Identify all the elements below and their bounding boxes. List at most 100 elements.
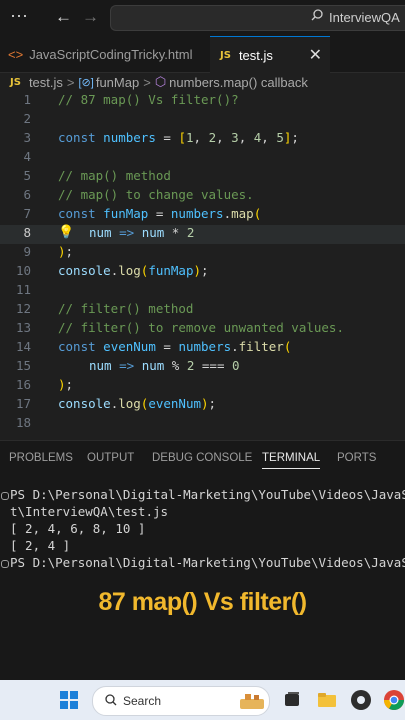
- code-text: num => num % 2 === 0: [89, 358, 240, 373]
- code-line: 6 // map() to change values.: [0, 187, 405, 206]
- code-line: 5 // map() method: [0, 168, 405, 187]
- menu-dots-icon[interactable]: ⋯: [10, 6, 28, 27]
- lightbulb-icon[interactable]: 💡: [58, 225, 74, 240]
- terminal-line: PS D:\Personal\Digital-Marketing\YouTube…: [10, 555, 405, 570]
- breadcrumb: JS test.js > [⊘] funMap > ⬡ numbers.map(…: [0, 72, 405, 92]
- tab-debug-console[interactable]: DEBUG CONSOLE: [152, 452, 252, 464]
- command-decoration-icon: [1, 560, 9, 568]
- code-comment: // filter() method: [58, 301, 194, 316]
- code-text: const numbers = [1, 2, 3, 4, 5];: [58, 130, 299, 145]
- editor-tabs: <> JavaScriptCodingTricky.html JS test.j…: [0, 36, 405, 73]
- code-line: 10 console.log(funMap);: [0, 263, 405, 282]
- code-line: 4: [0, 149, 405, 168]
- terminal-line: [ 2, 4, 6, 8, 10 ]: [10, 521, 146, 536]
- tab-label: test.js: [238, 47, 273, 63]
- code-line: 18: [0, 415, 405, 434]
- title-bar: ⋯ ← → InterviewQA: [0, 0, 405, 36]
- search-highlight-icon: [240, 694, 264, 709]
- line-number: 4: [23, 149, 31, 164]
- bottom-panel: PROBLEMS OUTPUT DEBUG CONSOLE TERMINAL P…: [0, 440, 405, 681]
- search-icon: [105, 694, 117, 706]
- line-number: 17: [15, 396, 31, 411]
- breadcrumb-symbol[interactable]: funMap: [96, 75, 139, 90]
- terminal-line: [ 2, 4 ]: [10, 538, 71, 553]
- code-line: 17 console.log(evenNum);: [0, 396, 405, 415]
- line-number: 6: [23, 187, 31, 202]
- code-line: 11: [0, 282, 405, 301]
- search-icon: [311, 9, 323, 21]
- code-text: );: [58, 244, 74, 259]
- taskbar-search[interactable]: Search: [92, 686, 270, 716]
- close-icon[interactable]: ✕: [309, 45, 322, 65]
- tab-javascriptcodingtricky-html[interactable]: <> JavaScriptCodingTricky.html: [0, 36, 208, 72]
- code-text: const evenNum = numbers.filter(: [58, 339, 292, 354]
- variable-symbol-icon: [⊘]: [78, 76, 94, 89]
- code-comment: // map() to change values.: [58, 187, 254, 202]
- code-text: );: [58, 377, 74, 392]
- code-line: 3 const numbers = [1, 2, 3, 4, 5];: [0, 130, 405, 149]
- line-number: 7: [23, 206, 31, 221]
- line-number: 16: [15, 377, 31, 392]
- line-number: 3: [23, 130, 31, 145]
- line-number: 8: [23, 225, 31, 240]
- line-number: 2: [23, 111, 31, 126]
- code-line: 12 // filter() method: [0, 301, 405, 320]
- code-comment: // filter() to remove unwanted values.: [58, 320, 344, 335]
- tab-problems[interactable]: PROBLEMS: [9, 452, 73, 464]
- breadcrumb-separator: >: [143, 74, 151, 90]
- terminal-line: t\InterviewQA\test.js: [10, 504, 169, 519]
- tab-terminal[interactable]: TERMINAL: [262, 452, 321, 469]
- taskbar: Search: [0, 680, 405, 720]
- line-number: 1: [23, 92, 31, 107]
- line-number: 5: [23, 168, 31, 183]
- line-number: 13: [15, 320, 31, 335]
- line-number: 12: [15, 301, 31, 316]
- tab-ports[interactable]: PORTS: [337, 452, 376, 464]
- code-line: 13 // filter() to remove unwanted values.: [0, 320, 405, 339]
- code-comment: // map() method: [58, 168, 171, 183]
- file-explorer-icon[interactable]: [316, 689, 338, 711]
- obs-icon[interactable]: [350, 689, 372, 711]
- command-decoration-icon: [1, 492, 9, 500]
- task-view-icon[interactable]: [281, 689, 303, 711]
- terminal-line: PS D:\Personal\Digital-Marketing\YouTube…: [10, 487, 405, 502]
- code-text: num => num * 2: [89, 225, 195, 240]
- tab-label: JavaScriptCodingTricky.html: [29, 46, 193, 62]
- line-number: 11: [15, 282, 31, 297]
- line-number: 14: [15, 339, 31, 354]
- code-editor[interactable]: 1 // 87 map() Vs filter()? 2 3 const numbe…: [0, 92, 405, 437]
- code-line: 14 const evenNum = numbers.filter(: [0, 339, 405, 358]
- js-file-icon: JS: [220, 49, 231, 61]
- line-number: 10: [15, 263, 31, 278]
- code-line: 2: [0, 111, 405, 130]
- tab-output[interactable]: OUTPUT: [87, 452, 134, 464]
- html-code-icon: <>: [8, 46, 24, 62]
- search-placeholder: Search: [123, 694, 162, 708]
- code-line: 16);: [0, 377, 405, 396]
- code-text: console.log(funMap);: [58, 263, 209, 278]
- video-caption: 87 map() Vs filter(): [98, 588, 307, 616]
- code-line: 15 num => num % 2 === 0: [0, 358, 405, 377]
- back-arrow-icon[interactable]: ←: [55, 7, 72, 27]
- code-text: const funMap = numbers.map(: [58, 206, 262, 221]
- chrome-icon[interactable]: [383, 689, 405, 711]
- breadcrumb-file[interactable]: test.js: [29, 75, 63, 90]
- breadcrumb-method[interactable]: numbers.map() callback: [169, 75, 308, 90]
- code-line: 9);: [0, 244, 405, 263]
- code-text: console.log(evenNum);: [58, 396, 217, 411]
- windows-start-icon[interactable]: [60, 691, 78, 709]
- code-line-active: 8 💡 num => num * 2: [0, 225, 405, 244]
- breadcrumb-separator: >: [66, 74, 75, 90]
- line-number: 9: [23, 244, 31, 259]
- forward-arrow-icon[interactable]: →: [82, 7, 99, 27]
- code-comment: // 87 map() Vs filter()?: [58, 92, 239, 107]
- search-text: InterviewQA: [329, 10, 400, 25]
- code-line: 1 // 87 map() Vs filter()?: [0, 92, 405, 111]
- panel-tabs: PROBLEMS OUTPUT DEBUG CONSOLE TERMINAL P…: [0, 441, 405, 475]
- line-number: 18: [15, 415, 31, 430]
- js-file-icon: JS: [10, 76, 21, 88]
- command-center-search[interactable]: InterviewQA: [110, 5, 405, 31]
- tab-test-js[interactable]: JS test.js ✕: [210, 36, 330, 73]
- method-cube-icon: ⬡: [154, 74, 167, 89]
- line-number: 15: [15, 358, 31, 373]
